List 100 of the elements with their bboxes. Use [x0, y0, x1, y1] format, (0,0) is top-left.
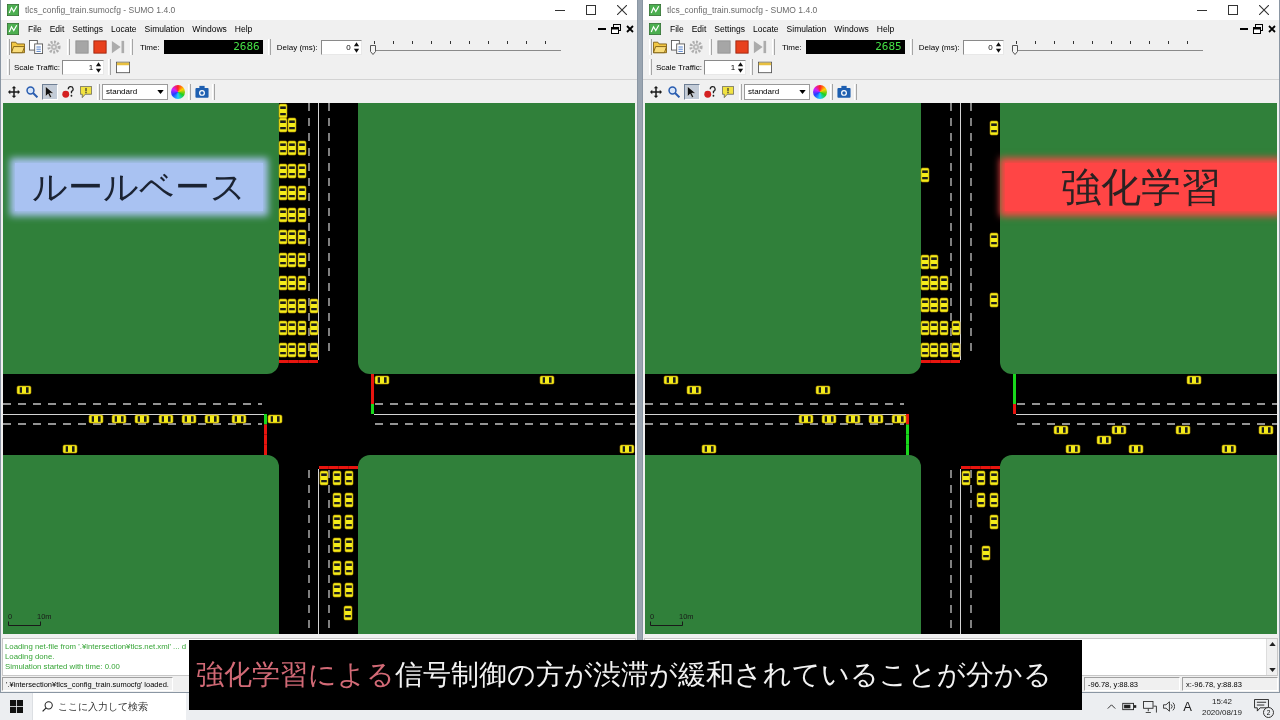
- car-icon: [701, 444, 717, 454]
- car-icon: [989, 292, 999, 308]
- car-icon: [344, 470, 354, 486]
- monitor-icon[interactable]: [1143, 700, 1158, 713]
- speech-bubble-icon: [722, 85, 734, 98]
- scale-traffic-field[interactable]: 1: [62, 59, 105, 75]
- car-icon: [278, 140, 288, 156]
- camera-icon[interactable]: [195, 84, 209, 99]
- pan-tool-button[interactable]: [648, 83, 664, 100]
- close-icon[interactable]: [626, 24, 634, 33]
- caret-down-icon: [1268, 668, 1276, 672]
- car-icon: [344, 537, 354, 553]
- time-display: 2686: [163, 40, 263, 54]
- slider-thumb[interactable]: [1011, 45, 1018, 55]
- tooltip-tool-button[interactable]: [78, 83, 94, 100]
- menu-item[interactable]: Edit: [687, 23, 711, 34]
- select-tool-button[interactable]: [42, 83, 58, 100]
- minimize-icon[interactable]: [1196, 9, 1207, 11]
- window-icon[interactable]: [758, 60, 773, 74]
- delay-field[interactable]: 0: [320, 39, 362, 55]
- scheme-dropdown[interactable]: standard: [744, 83, 810, 100]
- menu-item[interactable]: Help: [872, 23, 899, 34]
- documents-icon[interactable]: [671, 40, 685, 54]
- zoom-tool-button[interactable]: [666, 83, 682, 100]
- close-icon[interactable]: [1258, 5, 1269, 15]
- select-tool-button[interactable]: [684, 83, 700, 100]
- caret-icon: [157, 89, 164, 94]
- delay-field[interactable]: 0: [962, 39, 1004, 55]
- car-icon: [297, 298, 307, 314]
- app-icon: [649, 22, 661, 35]
- minimize-icon[interactable]: [598, 27, 606, 30]
- car-icon: [929, 320, 939, 336]
- locate-tool-button[interactable]: [60, 83, 76, 100]
- chevron-up-icon[interactable]: [1107, 704, 1117, 709]
- window-icon[interactable]: [116, 60, 131, 74]
- menu-item[interactable]: Simulation: [782, 23, 831, 34]
- maximize-icon[interactable]: [585, 5, 596, 15]
- car-icon: [939, 297, 949, 313]
- caret-icon: [799, 89, 806, 94]
- car-icon: [951, 320, 961, 336]
- start-icon[interactable]: [10, 700, 23, 713]
- car-icon: [374, 375, 390, 385]
- car-icon: [278, 103, 288, 119]
- car-icon: [88, 414, 104, 424]
- car-icon: [278, 207, 288, 223]
- car-icon: [1186, 375, 1202, 385]
- slider-thumb[interactable]: [369, 45, 376, 55]
- menu-item[interactable]: File: [24, 23, 46, 34]
- car-icon: [1111, 425, 1127, 435]
- car-icon: [929, 254, 939, 270]
- method-label: 強化学習: [1005, 163, 1277, 211]
- car-icon: [231, 414, 247, 424]
- pan-tool-button[interactable]: [6, 83, 22, 100]
- input-mode-indicator[interactable]: A: [1183, 699, 1192, 714]
- menu-item[interactable]: Settings: [68, 23, 108, 34]
- car-icon: [845, 414, 861, 424]
- car-icon: [267, 414, 283, 424]
- car-icon: [929, 342, 939, 358]
- documents-icon[interactable]: [29, 40, 43, 54]
- log-scrollbar[interactable]: [1266, 639, 1277, 675]
- menu-item[interactable]: Help: [230, 23, 257, 34]
- menu-item[interactable]: Settings: [710, 23, 750, 34]
- menu-item[interactable]: Simulation: [140, 23, 189, 34]
- restore-icon[interactable]: [611, 23, 621, 34]
- search-field[interactable]: ここに入力して検索: [32, 693, 186, 720]
- camera-icon[interactable]: [837, 84, 851, 99]
- menu-item[interactable]: Locate: [749, 23, 783, 34]
- car-icon: [297, 229, 307, 245]
- clock-button[interactable]: 15:42 2020/08/19: [1201, 695, 1242, 718]
- car-icon: [297, 163, 307, 179]
- close-icon[interactable]: [616, 5, 627, 15]
- tooltip-tool-button[interactable]: [720, 83, 736, 100]
- minimize-icon[interactable]: [554, 9, 565, 11]
- color-wheel-icon[interactable]: [171, 84, 185, 99]
- menu-item[interactable]: Windows: [830, 23, 873, 34]
- menu-item[interactable]: Windows: [188, 23, 231, 34]
- volume-icon[interactable]: [1163, 701, 1176, 712]
- car-icon: [1221, 444, 1237, 454]
- scale-bar-icon: [8, 621, 41, 626]
- maximize-icon[interactable]: [1227, 5, 1238, 15]
- car-icon: [939, 320, 949, 336]
- scheme-dropdown[interactable]: standard: [102, 83, 168, 100]
- cursor-icon: [44, 85, 56, 98]
- open-folder-icon[interactable]: [653, 40, 667, 54]
- car-icon: [939, 342, 949, 358]
- menu-item[interactable]: Edit: [45, 23, 69, 34]
- minimize-icon[interactable]: [1240, 27, 1248, 30]
- restore-icon[interactable]: [1253, 23, 1263, 34]
- locate-tool-button[interactable]: [702, 83, 718, 100]
- scale-traffic-label: Scale Traffic:: [14, 62, 61, 72]
- battery-icon[interactable]: [1122, 702, 1138, 711]
- car-icon: [287, 163, 297, 179]
- color-wheel-icon[interactable]: [813, 84, 827, 99]
- menu-item[interactable]: File: [666, 23, 688, 34]
- close-icon[interactable]: [1268, 24, 1276, 33]
- zoom-tool-button[interactable]: [24, 83, 40, 100]
- car-icon: [619, 444, 635, 454]
- open-folder-icon[interactable]: [11, 40, 25, 54]
- scale-traffic-field[interactable]: 1: [704, 59, 747, 75]
- menu-item[interactable]: Locate: [107, 23, 141, 34]
